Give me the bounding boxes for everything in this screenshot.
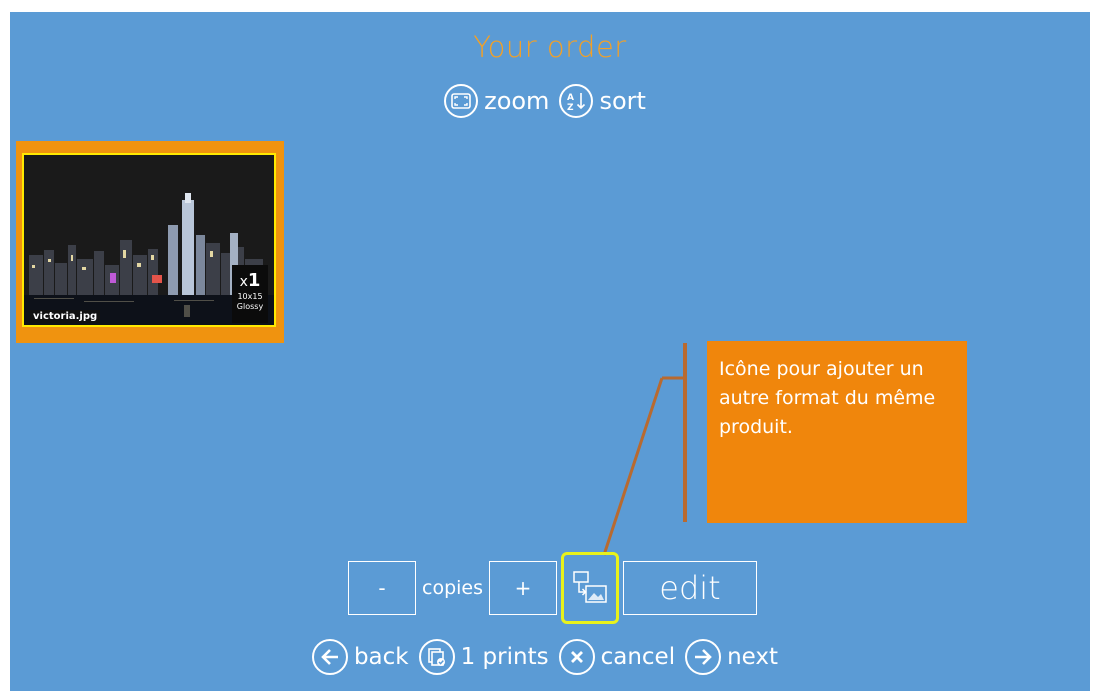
zoom-label[interactable]: zoom (484, 87, 549, 115)
zoom-icon[interactable] (444, 84, 479, 118)
photo-preview: victoria.jpg x1 10x15 Glossy (22, 153, 276, 327)
plus-button[interactable]: + (489, 561, 557, 615)
quantity-value: 1 (247, 270, 261, 291)
print-size: 10x15 (237, 292, 263, 301)
add-format-button[interactable] (561, 552, 619, 624)
copies-label: copies (422, 577, 483, 599)
sort-icon[interactable]: A Z (559, 84, 594, 118)
quantity-badge: x1 10x15 Glossy (232, 265, 268, 323)
sort-label[interactable]: sort (599, 87, 645, 115)
next-arrow-icon[interactable] (685, 639, 722, 675)
prints-icon[interactable] (418, 639, 455, 675)
next-label[interactable]: next (727, 644, 778, 670)
file-name: victoria.jpg (30, 310, 101, 323)
edit-button[interactable]: edit (623, 561, 757, 615)
page-title: Your order (473, 30, 627, 64)
order-item-thumbnail[interactable]: victoria.jpg x1 10x15 Glossy (16, 141, 284, 343)
minus-button[interactable]: - (348, 561, 416, 615)
navigation-bar: back 1 prints cancel next (10, 639, 1090, 675)
print-finish: Glossy (236, 302, 264, 311)
cancel-icon[interactable] (558, 639, 595, 675)
svg-text:A: A (567, 93, 574, 103)
back-label[interactable]: back (354, 644, 409, 670)
view-toolbar: zoom A Z sort (10, 84, 1090, 118)
back-arrow-icon[interactable] (311, 639, 348, 675)
item-controls: - copies + edit (348, 552, 757, 624)
callout-tooltip: Icône pour ajouter un autre format du mê… (707, 341, 967, 523)
quantity-prefix: x (239, 274, 248, 290)
cancel-label[interactable]: cancel (601, 644, 676, 670)
add-format-icon (573, 571, 607, 603)
svg-text:Z: Z (567, 103, 574, 112)
order-screen: Your order zoom A Z sort victoria.jpg x1… (10, 12, 1090, 691)
prints-count: 1 prints (460, 644, 549, 670)
